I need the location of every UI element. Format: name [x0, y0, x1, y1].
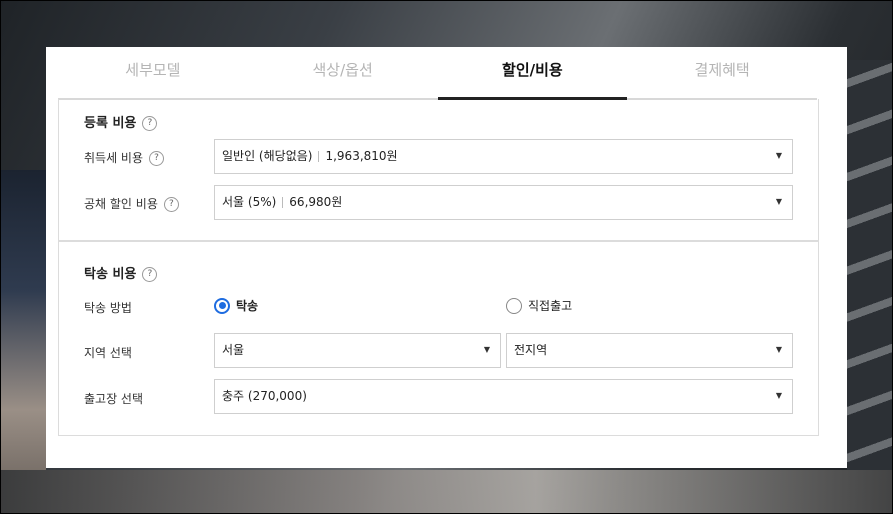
- screenshot-border: [0, 0, 893, 514]
